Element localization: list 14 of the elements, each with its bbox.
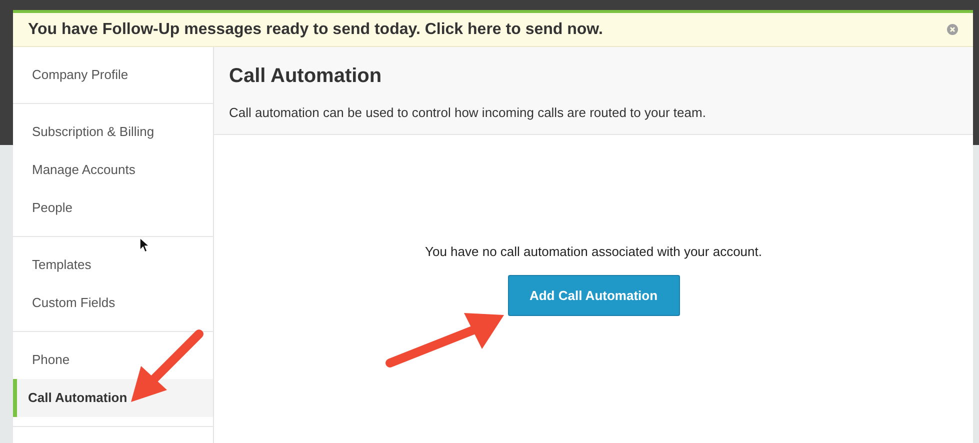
sidebar-item[interactable]: Custom Fields [13,284,213,322]
sidebar-item[interactable]: Phone [13,341,213,379]
mouse-pointer-icon [139,237,149,253]
banner-text[interactable]: You have Follow-Up messages ready to send today. Click here to send now. [28,20,603,38]
empty-message: You have no call automation associated with your account. [424,244,762,259]
page-description: Call automation can be used to control how incoming calls are routed to your team. [229,105,707,120]
sidebar-item[interactable]: People [13,189,213,227]
sidebar-item[interactable]: Templates [13,246,213,284]
sidebar-item[interactable]: Company Profile [13,56,213,94]
notification-banner[interactable]: You have Follow-Up messages ready to send today. Click here to send now. [13,13,973,47]
sidebar-item[interactable]: Subscription & Billing [13,113,213,151]
page-title: Call Automation [229,65,383,88]
sidebar-item[interactable]: Manage Accounts [13,151,213,189]
close-icon[interactable] [947,24,958,35]
